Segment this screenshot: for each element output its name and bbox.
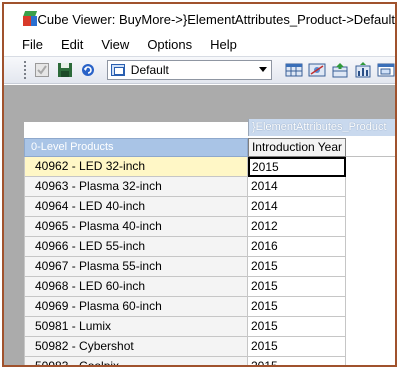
view-icon xyxy=(110,64,125,76)
chart-icon[interactable] xyxy=(354,61,372,79)
calculator-icon[interactable] xyxy=(285,61,303,79)
data-cell[interactable]: 2015 xyxy=(248,277,346,297)
toolbar-right-group xyxy=(280,61,395,79)
table-row: 50982 - Cybershot 2015 xyxy=(24,337,346,357)
row-label[interactable]: 40964 - LED 40-inch xyxy=(24,197,248,217)
row-dimension-header[interactable]: 0-Level Products xyxy=(24,138,248,157)
row-label[interactable]: 40965 - Plasma 40-inch xyxy=(24,217,248,237)
column-header-filler xyxy=(346,138,395,157)
options-icon[interactable] xyxy=(308,61,326,79)
table-row: 40969 - Plasma 60-inch 2015 xyxy=(24,297,346,317)
cube-viewer-window: Cube Viewer: BuyMore->}ElementAttributes… xyxy=(2,2,397,367)
data-cell[interactable]: 2012 xyxy=(248,217,346,237)
title-bar[interactable]: Cube Viewer: BuyMore->}ElementAttributes… xyxy=(4,4,395,34)
row-label[interactable]: 50981 - Lumix xyxy=(24,317,248,337)
data-cell[interactable]: 2015 xyxy=(248,337,346,357)
toolbar-grip[interactable] xyxy=(24,61,27,79)
view-select[interactable]: Default xyxy=(106,60,272,80)
menu-edit[interactable]: Edit xyxy=(61,37,83,52)
table-row: 40967 - Plasma 55-inch 2015 xyxy=(24,257,346,277)
table-row: 40966 - LED 55-inch 2016 xyxy=(24,237,346,257)
data-cell[interactable]: 2014 xyxy=(248,177,346,197)
window-title: Cube Viewer: BuyMore->}ElementAttributes… xyxy=(37,11,395,27)
title-dimension[interactable]: }ElementAttributes_Product xyxy=(248,119,395,136)
refresh-icon[interactable] xyxy=(80,61,97,79)
menu-bar: File Edit View Options Help xyxy=(4,34,395,54)
data-cell[interactable]: 2015 xyxy=(248,317,346,337)
menu-help[interactable]: Help xyxy=(210,37,237,52)
row-label[interactable]: 40963 - Plasma 32-inch xyxy=(24,177,248,197)
data-cell[interactable]: 2015 xyxy=(248,297,346,317)
data-cell[interactable]: 2015 xyxy=(248,157,346,177)
grid-rows: 40962 - LED 32-inch 2015 40963 - Plasma … xyxy=(24,157,346,365)
menu-options[interactable]: Options xyxy=(147,37,192,52)
row-label[interactable]: 50983 - Coolpix xyxy=(24,357,248,365)
menu-file[interactable]: File xyxy=(22,37,43,52)
row-label[interactable]: 40967 - Plasma 55-inch xyxy=(24,257,248,277)
save-icon[interactable] xyxy=(56,61,73,79)
chevron-down-icon[interactable] xyxy=(259,67,267,72)
table-row: 40963 - Plasma 32-inch 2014 xyxy=(24,177,346,197)
table-row: 40965 - Plasma 40-inch 2012 xyxy=(24,217,346,237)
data-cell[interactable]: 2014 xyxy=(248,197,346,217)
export-icon[interactable] xyxy=(331,61,349,79)
view-select-value: Default xyxy=(130,63,169,77)
data-cell[interactable]: 2015 xyxy=(248,257,346,277)
menu-view[interactable]: View xyxy=(101,37,129,52)
cube-icon xyxy=(22,11,38,27)
table-row: 40962 - LED 32-inch 2015 xyxy=(24,157,346,177)
table-row: 40968 - LED 60-inch 2015 xyxy=(24,277,346,297)
row-label[interactable]: 50982 - Cybershot xyxy=(24,337,248,357)
row-label[interactable]: 40969 - Plasma 60-inch xyxy=(24,297,248,317)
table-row: 40964 - LED 40-inch 2014 xyxy=(24,197,346,217)
table-row: 50983 - Coolpix 2015 xyxy=(24,357,346,365)
column-header-introduction-year[interactable]: Introduction Year xyxy=(248,138,346,157)
table-row: 50981 - Lumix 2015 xyxy=(24,317,346,337)
data-cell[interactable]: 2015 xyxy=(248,357,346,365)
window-icon[interactable] xyxy=(377,61,395,79)
row-label[interactable]: 40966 - LED 55-inch xyxy=(24,237,248,257)
row-label[interactable]: 40962 - LED 32-inch xyxy=(24,157,248,177)
toolbar: Default xyxy=(4,56,395,84)
checkbox-icon[interactable] xyxy=(33,61,50,79)
data-cell[interactable]: 2016 xyxy=(248,237,346,257)
row-label[interactable]: 40968 - LED 60-inch xyxy=(24,277,248,297)
